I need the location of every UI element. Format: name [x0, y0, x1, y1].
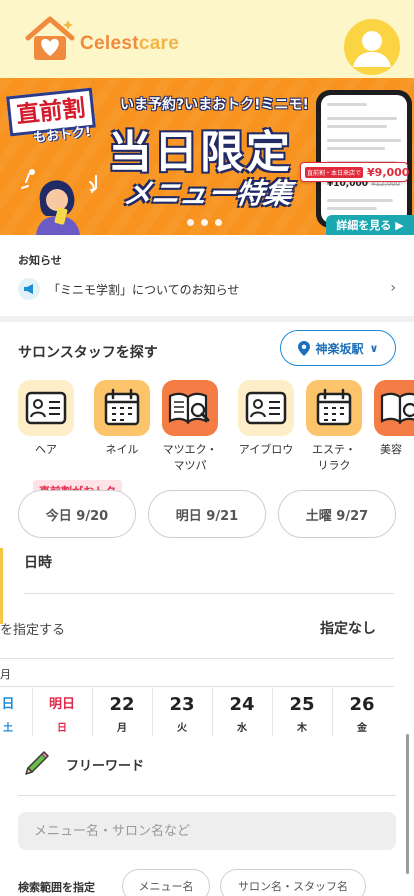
free-word-title: フリーワード	[66, 759, 145, 774]
see-details-button[interactable]: 詳細を見る ▶	[326, 215, 414, 235]
user-icon	[353, 31, 391, 67]
section-accent-bar	[0, 548, 3, 624]
free-word-input[interactable]	[18, 812, 396, 850]
discount-price-box: 直前割・本日来店で ¥9,000	[300, 162, 409, 182]
datetime-title: 日時	[24, 555, 52, 571]
calendar-day[interactable]: 26 金	[332, 694, 392, 734]
section-divider	[0, 316, 414, 322]
category-label: ネイル	[105, 443, 139, 456]
category-nail[interactable]: ネイル	[94, 380, 150, 458]
pencil-icon	[25, 751, 49, 775]
megaphone-icon	[18, 278, 40, 300]
carousel-dot[interactable]	[187, 219, 194, 226]
calendar-day[interactable]: 22 月	[92, 694, 152, 734]
category-beauty[interactable]: 美容	[374, 380, 414, 458]
chevron-down-icon: ∨	[369, 341, 379, 355]
category-label: アイブロウ	[238, 443, 294, 456]
no-date-option[interactable]: 指定なし	[320, 618, 376, 638]
book-search-icon	[374, 380, 414, 436]
calendar-day[interactable]: 25 木	[272, 694, 332, 734]
quick-date-today[interactable]: 今日 9/20	[18, 490, 136, 538]
category-eyebrow[interactable]: アイブロウ	[238, 380, 294, 458]
category-label: 美容	[380, 443, 402, 456]
category-list: ヘア ネイル マツエク・ マツパ アイブロウ エステ・ リラク 美容	[18, 380, 414, 476]
category-label: マツエク・ マツパ	[162, 443, 218, 472]
scope-salon-staff-button[interactable]: サロン名・スタッフ名	[220, 869, 366, 896]
app-screen: Celestcare 直前割 もおトク! いま予約?いまおトク!ミニモ! 当日限…	[0, 0, 414, 896]
girl-illustration	[21, 169, 97, 235]
carousel-indicator[interactable]	[187, 219, 222, 226]
phone-screen: ¥10,000 ¥12,000	[321, 95, 407, 223]
scope-menu-name-button[interactable]: メニュー名	[122, 869, 210, 896]
divider	[18, 795, 396, 796]
category-label: ヘア	[35, 443, 57, 456]
brand-name[interactable]: Celestcare	[80, 33, 179, 55]
promo-banner[interactable]: 直前割 もおトク! いま予約?いまおトク!ミニモ! 当日限定 メニュー特集 ¥1…	[0, 78, 414, 235]
user-avatar-button[interactable]	[344, 19, 400, 75]
chevron-right-icon: ›	[390, 280, 396, 296]
divider	[0, 658, 394, 659]
carousel-dot[interactable]	[215, 219, 222, 226]
calendar-day[interactable]: 23 火	[152, 694, 212, 734]
house-heart-icon[interactable]	[24, 14, 76, 64]
banner-catchphrase: いま予約?いまおトク!ミニモ!	[120, 97, 309, 113]
calendar-icon	[94, 380, 150, 436]
quick-date-tomorrow[interactable]: 明日 9/21	[148, 490, 266, 538]
category-eyelash[interactable]: マツエク・ マツパ	[162, 380, 218, 474]
play-arrow-icon: ▶	[395, 218, 404, 232]
category-esthe[interactable]: エステ・ リラク	[306, 380, 362, 474]
see-details-label: 詳細を見る	[336, 219, 392, 232]
banner-subtitle: メニュー特集	[121, 177, 295, 210]
category-label: エステ・ リラク	[312, 443, 356, 472]
staff-search-title: サロンスタッフを探す	[18, 345, 158, 361]
calendar-day[interactable]: 明日日	[32, 694, 92, 734]
divider	[0, 686, 394, 687]
search-scope-label: 検索範囲を指定	[18, 881, 95, 894]
quick-date-saturday[interactable]: 土曜 9/27	[278, 490, 396, 538]
carousel-dot[interactable]	[201, 219, 208, 226]
station-select-button[interactable]: 神楽坂駅 ∨	[280, 330, 396, 366]
id-card-icon	[238, 380, 294, 436]
book-search-icon	[162, 380, 218, 436]
scrollbar[interactable]	[406, 734, 409, 874]
notice-item[interactable]: 「ミニモ学割」についてのお知らせ ›	[18, 276, 400, 302]
id-card-icon	[18, 380, 74, 436]
category-hair[interactable]: ヘア	[18, 380, 74, 458]
divider	[24, 593, 394, 594]
notice-heading: お知らせ	[18, 254, 62, 267]
calendar-day[interactable]: 24 水	[212, 694, 272, 734]
calendar-month: 月	[0, 668, 11, 681]
calendar-icon	[306, 380, 362, 436]
phone-mockup: ¥10,000 ¥12,000	[316, 90, 412, 228]
specify-date-option[interactable]: を指定する	[0, 619, 65, 638]
app-header: Celestcare	[0, 0, 414, 78]
notice-text: 「ミニモ学割」についてのお知らせ	[48, 282, 240, 297]
location-pin-icon	[297, 340, 310, 356]
banner-title: 当日限定	[108, 127, 292, 178]
station-label: 神楽坂駅	[315, 341, 364, 356]
